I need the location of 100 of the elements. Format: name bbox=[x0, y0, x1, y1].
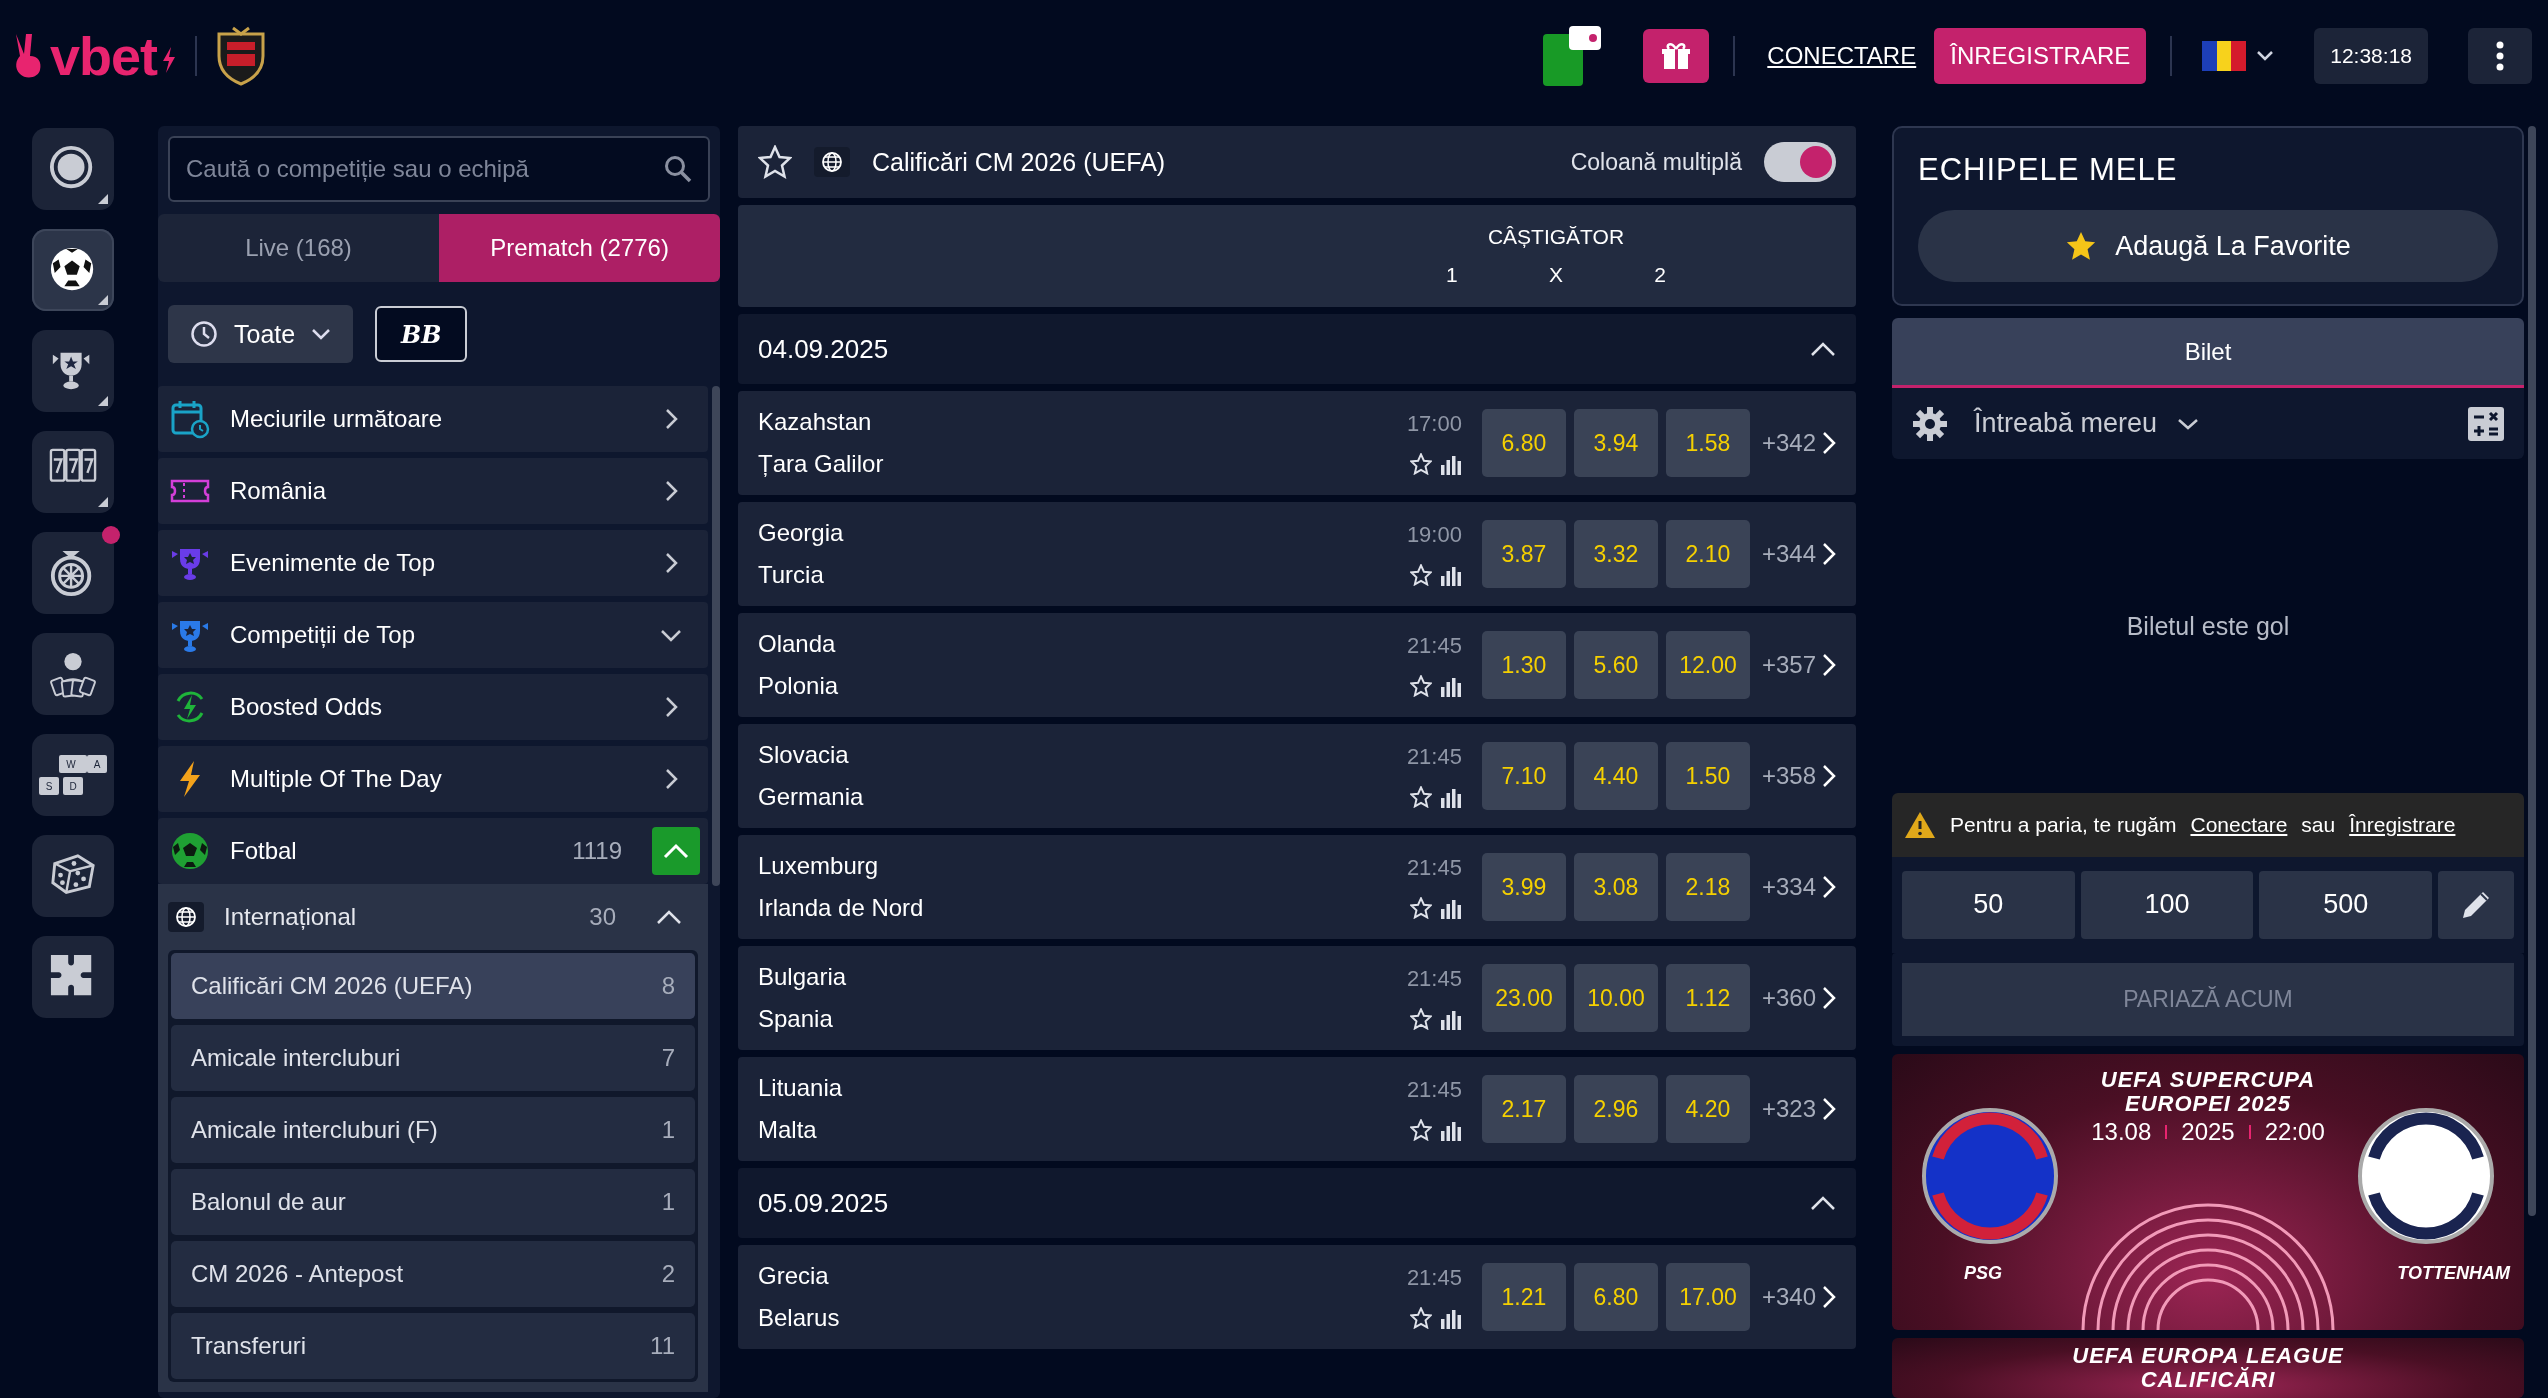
settings-icon[interactable] bbox=[1912, 405, 1948, 442]
star-icon[interactable] bbox=[1409, 564, 1432, 586]
match-row[interactable]: Olanda Polonia 21:45 1.30 5.60 12.00 +357 bbox=[738, 613, 1856, 717]
add-favorites-button[interactable]: Adaugă La Favorite bbox=[1918, 210, 2498, 282]
more-markets-link[interactable]: +357 bbox=[1757, 651, 1836, 679]
stake-button[interactable]: 500 bbox=[2259, 870, 2432, 939]
match-row[interactable]: Grecia Belarus 21:45 1.21 6.80 17.00 +340 bbox=[738, 1245, 1856, 1349]
odds-button[interactable]: 4.20 bbox=[1665, 1075, 1750, 1143]
competition-item[interactable]: Amicale intercluburi 7 bbox=[171, 1025, 695, 1091]
odds-button[interactable]: 12.00 bbox=[1665, 631, 1750, 699]
star-icon[interactable] bbox=[1409, 1008, 1432, 1030]
odds-button[interactable]: 1.50 bbox=[1665, 742, 1750, 810]
odds-button[interactable]: 17.00 bbox=[1665, 1263, 1750, 1331]
star-icon[interactable] bbox=[1409, 675, 1432, 697]
search-field[interactable]: Caută o competiție sau o echipă bbox=[168, 136, 710, 202]
scrollbar[interactable] bbox=[712, 386, 720, 886]
login-link[interactable]: Conectare bbox=[2190, 812, 2288, 837]
match-row[interactable]: Slovacia Germania 21:45 7.10 4.40 1.50 +358 bbox=[738, 724, 1856, 828]
betslip-tab[interactable]: Bilet bbox=[1892, 318, 2524, 388]
gift-button[interactable] bbox=[1643, 29, 1710, 83]
sidebar-button[interactable] bbox=[32, 835, 114, 917]
competition-item[interactable]: Amicale intercluburi (F) 1 bbox=[171, 1097, 695, 1163]
tab[interactable]: Live (168) bbox=[158, 214, 439, 282]
statistics-icon[interactable] bbox=[1439, 1008, 1462, 1030]
time-filter-dropdown[interactable]: Toate bbox=[168, 305, 354, 363]
competition-item[interactable]: CM 2026 - Antepost 2 bbox=[171, 1241, 695, 1307]
date-header[interactable]: 05.09.2025 bbox=[738, 1168, 1856, 1238]
sidebar-button[interactable] bbox=[32, 330, 114, 412]
more-markets-link[interactable]: +342 bbox=[1757, 429, 1836, 457]
statistics-icon[interactable] bbox=[1439, 453, 1462, 475]
stake-button[interactable]: 50 bbox=[1902, 870, 2075, 939]
scrollbar[interactable] bbox=[2528, 126, 2536, 1216]
statistics-icon[interactable] bbox=[1439, 564, 1462, 586]
statistics-icon[interactable] bbox=[1439, 675, 1462, 697]
sidebar-button[interactable] bbox=[32, 633, 114, 715]
star-icon[interactable] bbox=[758, 145, 792, 179]
menu-item[interactable]: România bbox=[158, 458, 708, 524]
menu-item[interactable]: Meciurile următoare bbox=[158, 386, 708, 452]
wallet-icon[interactable] bbox=[1543, 26, 1604, 86]
more-markets-link[interactable]: +358 bbox=[1757, 762, 1836, 790]
region-item[interactable]: Internațional 30 bbox=[158, 884, 708, 950]
more-markets-link[interactable]: +323 bbox=[1757, 1095, 1836, 1123]
register-link[interactable]: Înregistrare bbox=[2349, 812, 2456, 837]
menu-item[interactable]: Competiții de Top bbox=[158, 602, 708, 668]
odds-button[interactable]: 3.08 bbox=[1573, 853, 1658, 921]
register-button[interactable]: ÎNREGISTRARE bbox=[1934, 28, 2147, 84]
statistics-icon[interactable] bbox=[1439, 1119, 1462, 1141]
stake-button[interactable]: 100 bbox=[2080, 870, 2254, 939]
competition-item[interactable]: Balonul de aur 1 bbox=[171, 1169, 695, 1235]
odds-button[interactable]: 23.00 bbox=[1481, 964, 1566, 1032]
more-markets-link[interactable]: +344 bbox=[1757, 540, 1836, 568]
competition-item[interactable]: Transferuri 11 bbox=[171, 1313, 695, 1379]
more-menu-button[interactable] bbox=[2468, 28, 2532, 84]
sport-item[interactable]: Fotbal 1119 bbox=[158, 818, 708, 884]
star-icon[interactable] bbox=[1409, 897, 1432, 919]
match-row[interactable]: Kazahstan Țara Galilor 17:00 6.80 3.94 1.58 +342 bbox=[738, 391, 1856, 495]
promo-banner[interactable]: UEFA EUROPA LEAGUE CALIFICĂRI bbox=[1892, 1338, 2524, 1398]
sidebar-button[interactable] bbox=[32, 128, 114, 210]
star-icon[interactable] bbox=[1409, 786, 1432, 808]
odds-button[interactable]: 7.10 bbox=[1481, 742, 1566, 810]
sidebar-button[interactable] bbox=[32, 936, 114, 1018]
menu-item[interactable]: Multiple Of The Day bbox=[158, 746, 708, 812]
menu-item[interactable]: Evenimente de Top bbox=[158, 530, 708, 596]
calculator-icon[interactable] bbox=[2468, 406, 2504, 441]
match-row[interactable]: Bulgaria Spania 21:45 23.00 10.00 1.12 +360 bbox=[738, 946, 1856, 1050]
odds-button[interactable]: 3.99 bbox=[1481, 853, 1566, 921]
odds-button[interactable]: 3.94 bbox=[1573, 409, 1658, 477]
more-markets-link[interactable]: +360 bbox=[1757, 984, 1836, 1012]
odds-button[interactable]: 1.30 bbox=[1481, 631, 1566, 699]
odds-button[interactable]: 4.40 bbox=[1573, 742, 1658, 810]
tab[interactable]: Prematch (2776) bbox=[439, 214, 720, 282]
bet-builder-button[interactable]: BB bbox=[375, 306, 468, 362]
competition-item[interactable]: Calificări CM 2026 (UEFA) 8 bbox=[171, 953, 695, 1019]
odds-button[interactable]: 3.87 bbox=[1481, 520, 1566, 588]
match-row[interactable]: Luxemburg Irlanda de Nord 21:45 3.99 3.08 2.18 +334 bbox=[738, 835, 1856, 939]
menu-item[interactable]: Boosted Odds bbox=[158, 674, 708, 740]
odds-button[interactable]: 1.58 bbox=[1665, 409, 1750, 477]
statistics-icon[interactable] bbox=[1439, 897, 1462, 919]
star-icon[interactable] bbox=[1409, 1307, 1432, 1329]
odds-button[interactable]: 3.32 bbox=[1573, 520, 1658, 588]
odds-button[interactable]: 1.12 bbox=[1665, 964, 1750, 1032]
more-markets-link[interactable]: +340 bbox=[1757, 1283, 1836, 1311]
statistics-icon[interactable] bbox=[1439, 786, 1462, 808]
match-row[interactable]: Georgia Turcia 19:00 3.87 3.32 2.10 +344 bbox=[738, 502, 1856, 606]
star-icon[interactable] bbox=[1409, 1119, 1432, 1141]
collapse-button[interactable] bbox=[652, 827, 700, 875]
sidebar-button[interactable] bbox=[32, 431, 114, 513]
odds-button[interactable]: 1.21 bbox=[1481, 1263, 1566, 1331]
odds-button[interactable]: 2.10 bbox=[1665, 520, 1750, 588]
login-link[interactable]: CONECTARE bbox=[1759, 42, 1925, 70]
sidebar-button[interactable]: W A S D bbox=[32, 734, 114, 816]
edit-stakes-button[interactable] bbox=[2438, 870, 2514, 939]
odds-button[interactable]: 2.96 bbox=[1573, 1075, 1658, 1143]
sidebar-button[interactable] bbox=[32, 229, 114, 311]
match-row[interactable]: Lituania Malta 21:45 2.17 2.96 4.20 +323 bbox=[738, 1057, 1856, 1161]
date-header[interactable]: 04.09.2025 bbox=[738, 314, 1856, 384]
statistics-icon[interactable] bbox=[1439, 1307, 1462, 1329]
promo-banner[interactable]: UEFA SUPERCUPA EUROPEI 2025 13.08 2025 22:00 PSG TOTTENHAM bbox=[1892, 1054, 2524, 1330]
odds-button[interactable]: 5.60 bbox=[1573, 631, 1658, 699]
odds-button[interactable]: 2.18 bbox=[1665, 853, 1750, 921]
